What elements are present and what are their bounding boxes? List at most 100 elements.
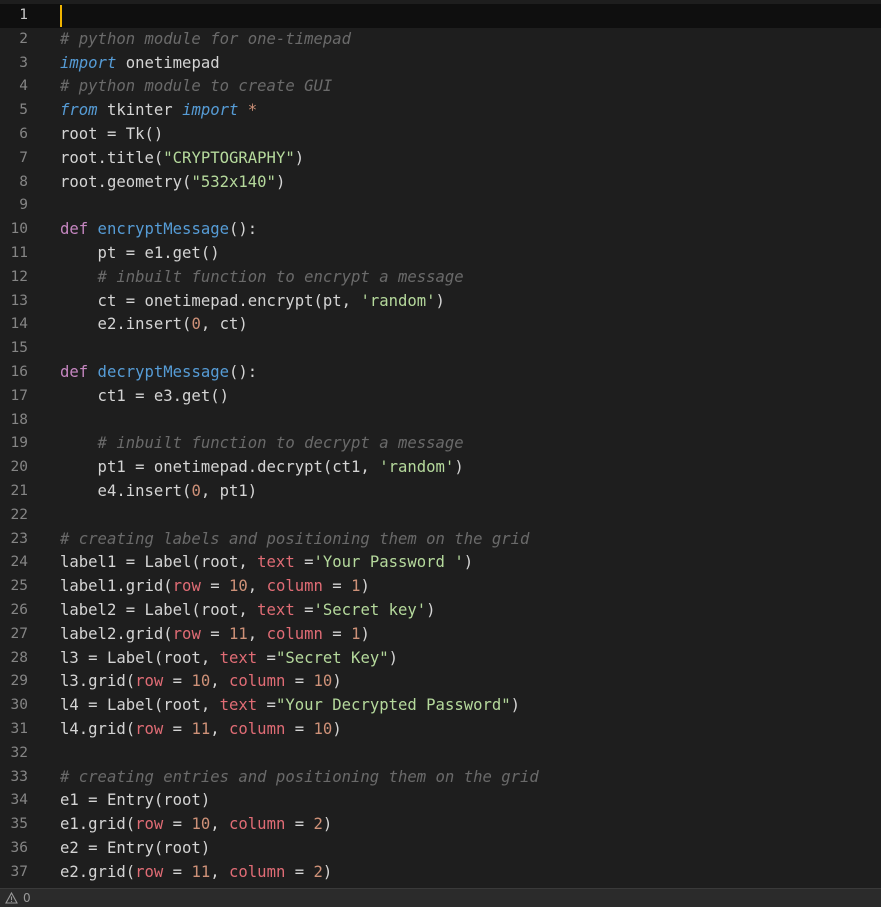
code-token: l3 = Label(root, xyxy=(60,648,220,667)
code-text: root.geometry("532x140") xyxy=(60,171,285,195)
code-token: , xyxy=(247,624,267,643)
code-line[interactable]: 37 e2.grid(row = 11, column = 2) xyxy=(0,861,881,885)
code-token: column xyxy=(266,624,323,643)
code-line[interactable]: 35 e1.grid(row = 10, column = 2) xyxy=(0,813,881,837)
code-line[interactable]: 6 root = Tk() xyxy=(0,123,881,147)
code-line[interactable]: 10 def encryptMessage(): xyxy=(0,218,881,242)
code-line[interactable]: 18 xyxy=(0,409,881,433)
code-line[interactable]: 16 def decryptMessage(): xyxy=(0,361,881,385)
code-token: ) xyxy=(426,601,436,619)
code-line[interactable]: 25 label1.grid(row = 10, column = 1) xyxy=(0,575,881,599)
code-token: , xyxy=(210,672,230,691)
code-token: text xyxy=(257,601,295,619)
code-text: # creating entries and positioning them … xyxy=(60,766,539,790)
code-text: label1 = Label(root, text ='Your Passwor… xyxy=(60,551,473,575)
line-number: 24 xyxy=(10,554,28,571)
code-token: def xyxy=(60,363,89,381)
code-line[interactable]: 1 xyxy=(0,4,881,28)
problems-indicator[interactable]: 0 xyxy=(5,891,31,905)
code-token: text xyxy=(219,696,258,715)
code-token: = xyxy=(163,720,192,738)
code-line[interactable]: 3 import onetimepad xyxy=(0,52,881,76)
code-line[interactable]: 2 # python module for one-timepad xyxy=(0,28,881,52)
line-number: 34 xyxy=(10,792,28,809)
code-token: = xyxy=(294,601,314,619)
code-line[interactable]: 11 pt = e1.get() xyxy=(0,242,881,266)
code-token: ) xyxy=(360,624,370,643)
code-token: * xyxy=(238,101,258,120)
code-token: column xyxy=(229,815,286,834)
code-line[interactable]: 13 ct = onetimepad.encrypt(pt, 'random') xyxy=(0,290,881,314)
code-token: = xyxy=(163,672,192,691)
line-number: 27 xyxy=(10,625,28,642)
code-token: 'Secret key' xyxy=(313,601,427,619)
code-line[interactable]: 15 xyxy=(0,337,881,361)
line-number: 22 xyxy=(10,506,28,523)
code-line[interactable]: 32 xyxy=(0,742,881,766)
code-token: e1 = Entry(root) xyxy=(60,791,211,810)
code-line[interactable]: 34 e1 = Entry(root) xyxy=(0,789,881,813)
code-token: row xyxy=(172,577,201,596)
code-line[interactable]: 7 root.title("CRYPTOGRAPHY") xyxy=(0,147,881,171)
line-number: 5 xyxy=(19,102,28,119)
code-line[interactable]: 21 e4.insert(0, pt1) xyxy=(0,480,881,504)
code-token: label1.grid( xyxy=(60,577,173,596)
code-line[interactable]: 20 pt1 = onetimepad.decrypt(ct1, 'random… xyxy=(0,456,881,480)
code-line[interactable]: 30 l4 = Label(root, text ="Your Decrypted… xyxy=(0,694,881,718)
line-number: 3 xyxy=(19,54,28,71)
line-number: 35 xyxy=(10,816,28,833)
code-token: ) xyxy=(435,291,445,310)
code-token: onetimepad xyxy=(116,53,220,72)
code-token: row xyxy=(172,624,201,643)
code-line[interactable]: 19 # inbuilt function to decrypt a messa… xyxy=(0,432,881,456)
code-line[interactable]: 27 label2.grid(row = 11, column = 1) xyxy=(0,623,881,647)
code-line[interactable]: 26 label2 = Label(root, text ='Secret key… xyxy=(0,599,881,623)
code-token: = xyxy=(200,577,230,596)
code-token: e2 = Entry(root) xyxy=(60,839,211,857)
code-token: 11 xyxy=(191,862,211,881)
code-line[interactable]: 22 xyxy=(0,504,881,528)
code-token: = xyxy=(322,577,352,596)
code-line[interactable]: 9 xyxy=(0,194,881,218)
code-token: ct1 = e3.get() xyxy=(60,386,229,405)
code-line[interactable]: 8 root.geometry("532x140") xyxy=(0,171,881,195)
code-line[interactable]: 29 l3.grid(row = 10, column = 10) xyxy=(0,670,881,694)
code-token: = xyxy=(285,815,314,834)
code-line[interactable]: 14 e2.insert(0, ct) xyxy=(0,313,881,337)
code-text: root = Tk() xyxy=(60,123,163,147)
code-text: e4.insert(0, pt1) xyxy=(60,480,258,504)
code-token: e1.grid( xyxy=(60,815,136,834)
code-line[interactable]: 33 # creating entries and positioning the… xyxy=(0,766,881,790)
code-line[interactable]: 5 from tkinter import * xyxy=(0,99,881,123)
code-text: # inbuilt function to decrypt a message xyxy=(60,432,464,456)
code-text: from tkinter import * xyxy=(60,99,257,123)
code-line[interactable]: 36 e2 = Entry(root) xyxy=(0,837,881,861)
code-token: encryptMessage xyxy=(88,220,229,239)
code-line[interactable]: 31 l4.grid(row = 11, column = 10) xyxy=(0,718,881,742)
line-number: 20 xyxy=(10,459,28,476)
code-text: # python module to create GUI xyxy=(60,75,332,99)
code-line[interactable]: 24 label1 = Label(root, text ='Your Passw… xyxy=(0,551,881,575)
line-number: 12 xyxy=(10,268,28,285)
code-token: # python module to create GUI xyxy=(60,77,333,96)
line-number: 15 xyxy=(10,340,28,357)
code-line[interactable]: 12 # inbuilt function to encrypt a messa… xyxy=(0,266,881,290)
code-token: label2.grid( xyxy=(60,624,173,643)
code-token: 'random' xyxy=(379,458,455,477)
line-number: 25 xyxy=(10,578,28,595)
code-line[interactable]: 23 # creating labels and positioning them… xyxy=(0,528,881,552)
code-token: (): xyxy=(229,220,258,239)
code-token: row xyxy=(135,672,164,691)
code-token: root.geometry( xyxy=(60,172,192,191)
code-line[interactable]: 4 # python module to create GUI xyxy=(0,75,881,99)
code-editor[interactable]: 1 2 # python module for one-timepad 3 import… xyxy=(0,0,881,888)
code-line[interactable]: 17 ct1 = e3.get() xyxy=(0,385,881,409)
code-line[interactable]: 28 l3 = Label(root, text ="Secret Key") xyxy=(0,647,881,671)
code-token: 11 xyxy=(229,624,248,643)
line-number: 1 xyxy=(19,7,28,23)
code-token: row xyxy=(135,862,164,881)
code-token: = xyxy=(285,862,314,881)
code-token: 11 xyxy=(191,720,211,738)
code-token: = xyxy=(163,815,192,834)
code-token: "Your Decrypted Password" xyxy=(275,696,511,715)
